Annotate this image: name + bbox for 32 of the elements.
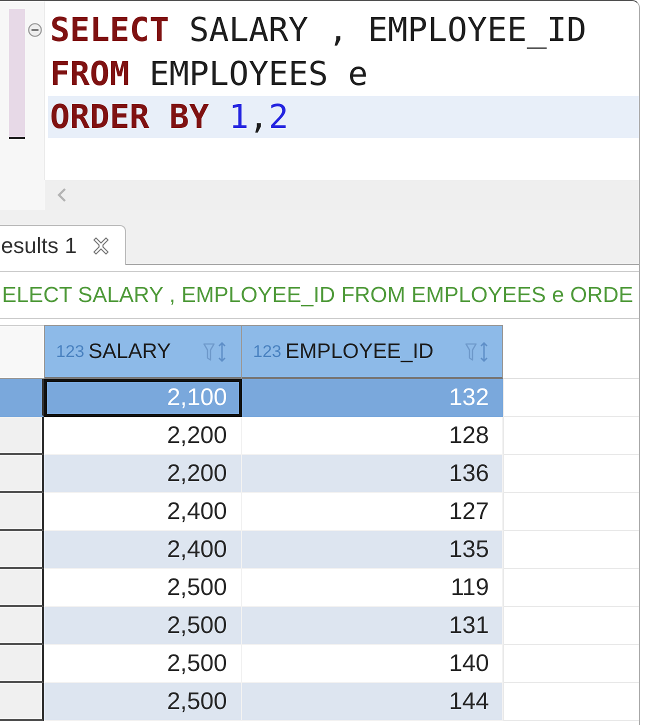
table-row[interactable]: 2,500 144: [44, 683, 503, 721]
close-icon[interactable]: [90, 236, 111, 256]
table-row[interactable]: 2,500 131: [44, 607, 503, 645]
table-row[interactable]: 2,200 128: [44, 417, 503, 455]
underline-mark: [9, 137, 25, 139]
table-row[interactable]: 2,500 140: [44, 645, 503, 683]
type-label: 123: [253, 342, 282, 362]
row-header[interactable]: [0, 455, 44, 493]
column-name: EMPLOYEE_ID: [285, 340, 434, 364]
table-cell[interactable]: 144: [242, 683, 503, 721]
column-name: SALARY: [88, 340, 171, 364]
table-row[interactable]: 2,500 119: [44, 569, 503, 607]
row-header[interactable]: [0, 493, 44, 531]
code-line: ORDER BY 1,2: [50, 97, 288, 136]
query-text: ELECT SALARY , EMPLOYEE_ID FROM EMPLOYEES e ORDE: [1, 282, 634, 308]
table-row[interactable]: 2,400 135: [44, 531, 503, 569]
type-label: 123: [56, 342, 84, 362]
horizontal-scrollbar[interactable]: [45, 180, 639, 210]
row-header[interactable]: [0, 683, 44, 721]
minus-circle-icon[interactable]: [28, 23, 42, 37]
row-header[interactable]: [0, 417, 44, 455]
table-row[interactable]: 2,400 127: [44, 493, 503, 531]
row-header[interactable]: [0, 645, 44, 683]
row-header[interactable]: [0, 379, 44, 417]
table-row[interactable]: 2,200 136: [44, 455, 503, 493]
row-header[interactable]: [0, 531, 44, 569]
code-line: SELECT SALARY , EMPLOYEE_ID: [50, 10, 586, 49]
results-tab[interactable]: esults 1: [0, 225, 126, 265]
row-header[interactable]: [0, 607, 44, 645]
code-line: FROM EMPLOYEES e: [50, 54, 368, 93]
row-header[interactable]: [0, 569, 44, 607]
table-cell[interactable]: 2,500: [44, 683, 242, 721]
